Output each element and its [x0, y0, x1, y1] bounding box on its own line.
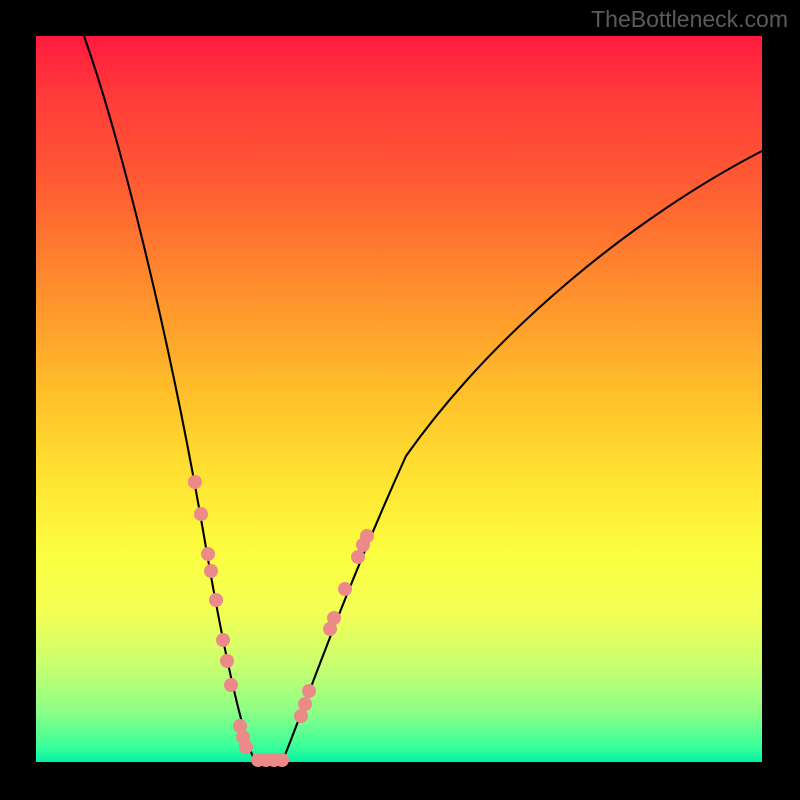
chart-overlay-svg [36, 36, 762, 762]
data-point [327, 611, 341, 625]
data-point [224, 678, 238, 692]
data-point [294, 709, 308, 723]
data-point [275, 753, 289, 767]
data-point [338, 582, 352, 596]
data-point [302, 684, 316, 698]
data-point [194, 507, 208, 521]
bottleneck-curve [84, 36, 762, 762]
watermark-text: TheBottleneck.com [591, 6, 788, 33]
data-point [216, 633, 230, 647]
data-point [360, 529, 374, 543]
chart-frame: TheBottleneck.com [0, 0, 800, 800]
data-point [201, 547, 215, 561]
data-point [220, 654, 234, 668]
data-point [188, 475, 202, 489]
data-point [298, 697, 312, 711]
data-point [209, 593, 223, 607]
data-point [204, 564, 218, 578]
data-point [239, 740, 253, 754]
data-point [351, 550, 365, 564]
